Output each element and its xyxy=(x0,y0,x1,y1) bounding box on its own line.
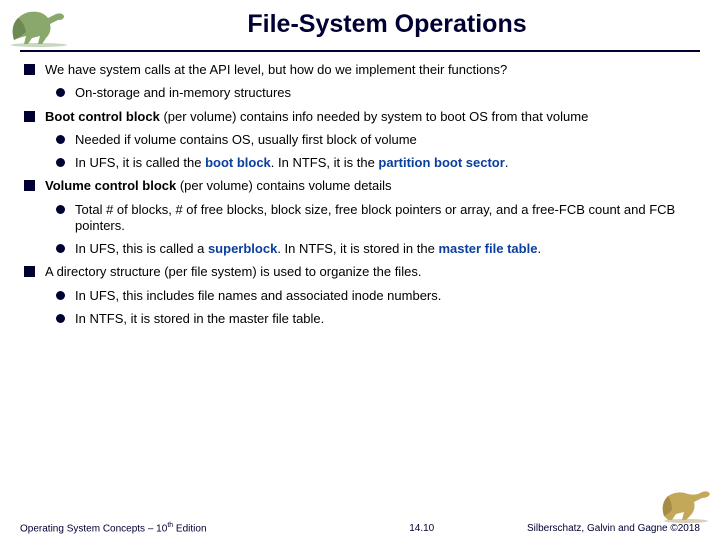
square-bullet-icon xyxy=(24,180,35,191)
bullet-4-2-text: In NTFS, it is stored in the master file… xyxy=(75,311,696,327)
bullet-4: A directory structure (per file system) … xyxy=(24,264,696,280)
circle-bullet-icon xyxy=(56,244,65,253)
square-bullet-icon xyxy=(24,64,35,75)
bullet-3-2: In UFS, this is called a superblock. In … xyxy=(56,241,696,257)
bullet-2-1: Needed if volume contains OS, usually fi… xyxy=(56,132,696,148)
circle-bullet-icon xyxy=(56,205,65,214)
footer-right: Silberschatz, Galvin and Gagne ©2018 xyxy=(527,523,700,534)
bullet-4-text: A directory structure (per file system) … xyxy=(45,264,696,280)
circle-bullet-icon xyxy=(56,135,65,144)
footer-left: Operating System Concepts – 10th Edition xyxy=(20,522,207,534)
bullet-2: Boot control block (per volume) contains… xyxy=(24,109,696,125)
bullet-2-text: Boot control block (per volume) contains… xyxy=(45,109,696,125)
dinosaur-left-icon xyxy=(4,6,74,48)
bullet-3-2-text: In UFS, this is called a superblock. In … xyxy=(75,241,696,257)
title-divider xyxy=(20,50,700,52)
slide-title: File-System Operations xyxy=(74,6,700,39)
bullet-4-1: In UFS, this includes file names and ass… xyxy=(56,288,696,304)
footer-page-number: 14.10 xyxy=(207,523,527,534)
circle-bullet-icon xyxy=(56,88,65,97)
bullet-2-2-text: In UFS, it is called the boot block. In … xyxy=(75,155,696,171)
square-bullet-icon xyxy=(24,266,35,277)
slide-footer: Operating System Concepts – 10th Edition… xyxy=(0,522,720,534)
bullet-1-text: We have system calls at the API level, b… xyxy=(45,62,696,78)
dinosaur-right-icon xyxy=(658,488,714,524)
circle-bullet-icon xyxy=(56,314,65,323)
circle-bullet-icon xyxy=(56,291,65,300)
slide-header: File-System Operations xyxy=(0,0,720,48)
bullet-1: We have system calls at the API level, b… xyxy=(24,62,696,78)
bullet-3: Volume control block (per volume) contai… xyxy=(24,178,696,194)
bullet-4-1-text: In UFS, this includes file names and ass… xyxy=(75,288,696,304)
square-bullet-icon xyxy=(24,111,35,122)
slide-content: We have system calls at the API level, b… xyxy=(0,62,720,327)
bullet-4-2: In NTFS, it is stored in the master file… xyxy=(56,311,696,327)
circle-bullet-icon xyxy=(56,158,65,167)
bullet-3-1: Total # of blocks, # of free blocks, blo… xyxy=(56,202,696,235)
bullet-1-1-text: On-storage and in-memory structures xyxy=(75,85,696,101)
bullet-3-text: Volume control block (per volume) contai… xyxy=(45,178,696,194)
bullet-2-1-text: Needed if volume contains OS, usually fi… xyxy=(75,132,696,148)
bullet-3-1-text: Total # of blocks, # of free blocks, blo… xyxy=(75,202,696,235)
bullet-2-2: In UFS, it is called the boot block. In … xyxy=(56,155,696,171)
bullet-1-1: On-storage and in-memory structures xyxy=(56,85,696,101)
